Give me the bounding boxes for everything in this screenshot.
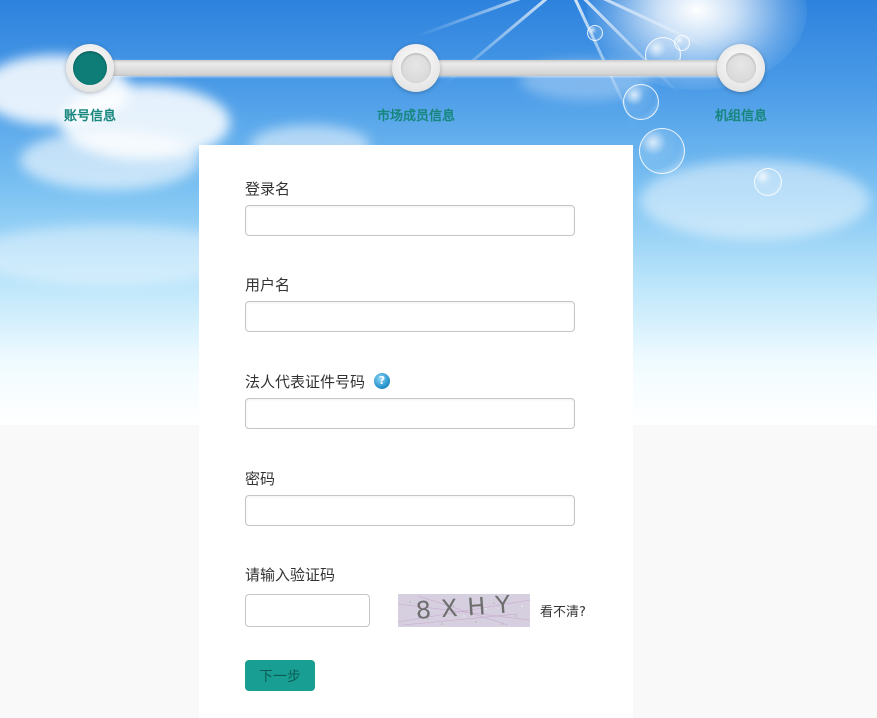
step-3-label: 机组信息 xyxy=(714,109,768,124)
legal-rep-id-input[interactable] xyxy=(245,398,575,429)
login-name-input[interactable] xyxy=(245,205,575,236)
captcha-input[interactable] xyxy=(245,594,370,627)
password-input[interactable] xyxy=(245,495,575,526)
user-name-input[interactable] xyxy=(245,301,575,332)
legal-rep-id-label: 法人代表证件号码 xyxy=(245,373,366,391)
step-2-label: 市场成员信息 xyxy=(376,109,456,124)
bubble-shape xyxy=(587,25,603,41)
step-1-indicator xyxy=(66,44,114,92)
bubble-shape xyxy=(754,168,782,196)
step-1-dot xyxy=(73,51,107,85)
captcha-image[interactable]: 8XHY xyxy=(398,594,530,627)
cloud-shape xyxy=(640,160,870,240)
captcha-image-graphic: 8XHY xyxy=(398,594,530,627)
login-name-label: 登录名 xyxy=(245,180,291,198)
step-1-label: 账号信息 xyxy=(63,109,117,124)
registration-form: 登录名 用户名 法人代表证件号码 ? 密码 请输入验证码 8XHY 看不清? 下… xyxy=(199,145,633,718)
cloud-shape xyxy=(20,130,200,190)
bubble-shape xyxy=(639,128,685,174)
step-2-indicator xyxy=(392,44,440,92)
step-2-dot xyxy=(401,53,431,83)
sun-ray xyxy=(416,0,568,38)
step-3-indicator xyxy=(717,44,765,92)
next-step-button[interactable]: 下一步 xyxy=(245,660,315,691)
captcha-label: 请输入验证码 xyxy=(245,566,336,584)
captcha-refresh-link[interactable]: 看不清? xyxy=(540,601,586,620)
bubble-shape xyxy=(623,84,659,120)
question-icon[interactable]: ? xyxy=(374,373,390,389)
bubble-shape xyxy=(674,35,690,51)
password-label: 密码 xyxy=(245,470,276,488)
step-3-dot xyxy=(726,53,756,83)
user-name-label: 用户名 xyxy=(245,276,291,294)
